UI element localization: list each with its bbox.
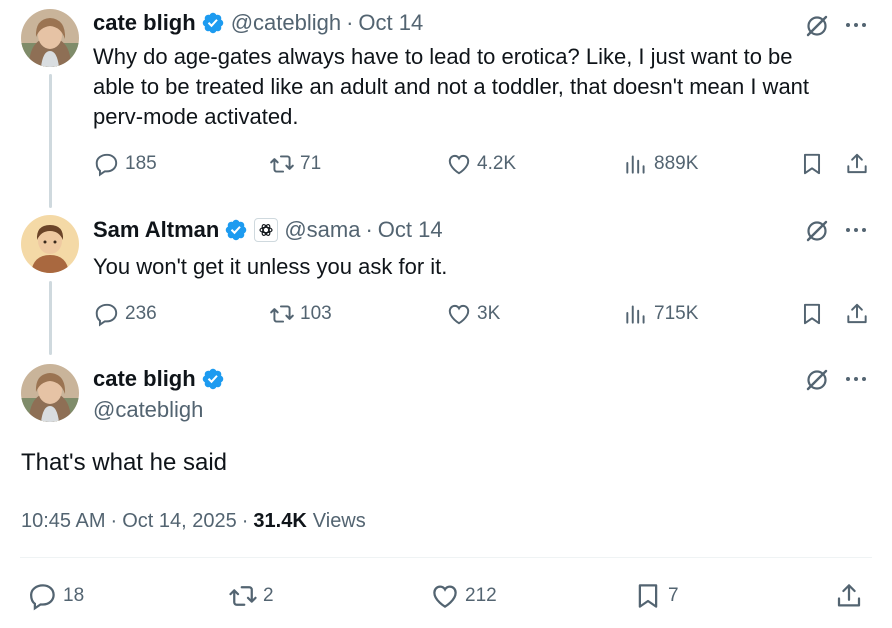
author-handle[interactable]: @catebligh bbox=[93, 396, 203, 424]
verified-badge-icon bbox=[226, 219, 247, 241]
reply-icon bbox=[95, 153, 118, 177]
more-icon[interactable] bbox=[845, 226, 867, 234]
author-handle[interactable]: @catebligh bbox=[231, 10, 341, 36]
author-name[interactable]: cate bligh bbox=[93, 10, 196, 36]
thread-line bbox=[49, 74, 52, 208]
retweet-count: 2 bbox=[263, 585, 274, 606]
tweet-text-line: You won't get it unless you ask for it. bbox=[93, 254, 448, 279]
views-count: 889K bbox=[654, 153, 699, 174]
reply-icon bbox=[95, 303, 118, 327]
views-icon bbox=[626, 155, 645, 174]
like-button[interactable]: 212 bbox=[430, 581, 497, 611]
share-icon[interactable] bbox=[834, 581, 864, 611]
like-count: 212 bbox=[465, 585, 497, 606]
views-button[interactable]: 715K bbox=[623, 301, 698, 327]
share-icon[interactable] bbox=[844, 301, 870, 327]
like-count: 3K bbox=[477, 303, 501, 324]
like-button[interactable]: 4.2K bbox=[446, 151, 516, 177]
avatar[interactable] bbox=[21, 215, 79, 273]
tweet-text-line: able to be treated like an adult and not… bbox=[93, 74, 810, 99]
retweet-icon bbox=[270, 155, 294, 173]
bookmark-icon[interactable] bbox=[799, 151, 825, 177]
retweet-count: 103 bbox=[300, 303, 332, 324]
tweet-meta: 10:45 AM · Oct 14, 2025 · 31.4K Views bbox=[21, 507, 366, 535]
retweet-icon bbox=[270, 305, 294, 323]
tweet-full-date[interactable]: Oct 14, 2025 bbox=[122, 510, 237, 533]
views-count: 715K bbox=[654, 303, 699, 324]
reply-button[interactable]: 236 bbox=[94, 301, 157, 327]
separator: · bbox=[241, 509, 249, 532]
retweet-button[interactable]: 71 bbox=[269, 151, 321, 177]
tweet-text-line: perv-mode activated. bbox=[93, 104, 299, 129]
views-count[interactable]: 31.4K bbox=[253, 510, 306, 533]
reply-button[interactable]: 18 bbox=[28, 581, 84, 611]
separator: · bbox=[110, 509, 118, 532]
thread-line bbox=[49, 281, 52, 355]
main-tweet-text: That's what he said bbox=[21, 449, 228, 476]
reply-icon bbox=[29, 584, 55, 611]
avatar[interactable] bbox=[21, 9, 79, 67]
author-name[interactable]: Sam Altman bbox=[93, 217, 219, 243]
like-button[interactable]: 3K bbox=[446, 301, 500, 327]
like-count: 4.2K bbox=[477, 153, 517, 174]
bookmark-button[interactable]: 7 bbox=[633, 581, 679, 611]
author-name[interactable]: cate bligh bbox=[93, 366, 196, 392]
views-icon bbox=[626, 305, 645, 324]
more-icon[interactable] bbox=[845, 21, 867, 29]
tweet-date[interactable]: Oct 14 bbox=[378, 217, 443, 243]
tweet-header: cate bligh bbox=[93, 365, 231, 393]
like-icon bbox=[448, 304, 470, 325]
share-icon[interactable] bbox=[844, 151, 870, 177]
tweet-header: cate bligh @catebligh · Oct 14 bbox=[93, 9, 423, 37]
more-icon[interactable] bbox=[845, 375, 867, 383]
avatar[interactable] bbox=[21, 364, 79, 422]
retweet-button[interactable]: 2 bbox=[228, 581, 274, 611]
grok-icon[interactable] bbox=[804, 13, 830, 39]
reply-count: 236 bbox=[125, 303, 157, 324]
tweet-text-line: Why do age-gates always have to lead to … bbox=[93, 44, 793, 69]
reply-count: 185 bbox=[125, 153, 157, 174]
like-icon bbox=[433, 585, 457, 608]
bookmark-icon[interactable] bbox=[799, 301, 825, 327]
like-icon bbox=[448, 154, 470, 175]
views-label: Views bbox=[312, 509, 366, 532]
retweet-icon bbox=[229, 586, 257, 606]
grok-icon[interactable] bbox=[804, 367, 830, 393]
retweet-button[interactable]: 103 bbox=[269, 301, 332, 327]
author-handle[interactable]: @sama bbox=[284, 217, 360, 243]
bookmark-icon bbox=[638, 584, 658, 608]
separator: · bbox=[346, 10, 354, 35]
tweet-header: Sam Altman @sama · Oct 14 bbox=[93, 216, 443, 244]
divider bbox=[20, 557, 872, 558]
separator: · bbox=[365, 217, 373, 242]
tweet-date[interactable]: Oct 14 bbox=[358, 10, 423, 36]
reply-button[interactable]: 185 bbox=[94, 151, 157, 177]
grok-icon[interactable] bbox=[804, 218, 830, 244]
retweet-count: 71 bbox=[300, 153, 322, 174]
bookmark-count: 7 bbox=[668, 585, 679, 606]
views-button[interactable]: 889K bbox=[623, 151, 698, 177]
reply-count: 18 bbox=[63, 585, 85, 606]
tweet-time[interactable]: 10:45 AM bbox=[21, 510, 106, 533]
verified-badge-icon bbox=[202, 368, 223, 390]
openai-affiliate-icon[interactable] bbox=[254, 218, 279, 242]
verified-badge-icon bbox=[202, 12, 223, 34]
